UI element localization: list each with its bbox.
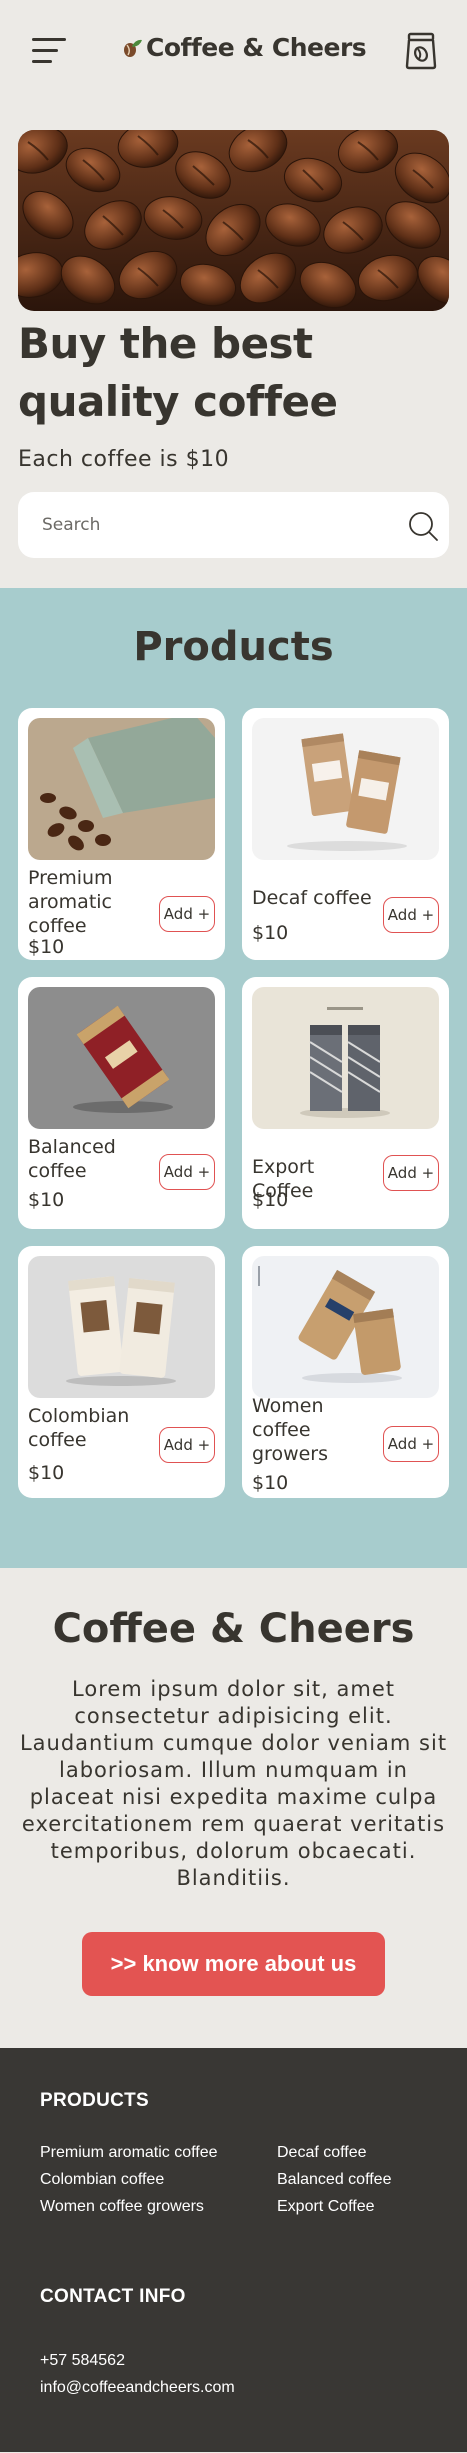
product-image (28, 718, 215, 860)
coffee-bean-logo-icon (124, 39, 142, 57)
know-more-button[interactable]: >> know more about us (82, 1932, 385, 1996)
product-card[interactable]: Export Coffee $10 Add + (242, 977, 449, 1229)
product-price: $10 (28, 936, 65, 958)
add-to-cart-button[interactable]: Add + (159, 1427, 215, 1463)
product-price: $10 (28, 1189, 65, 1211)
about-section: Coffee & Cheers Lorem ipsum dolor sit, a… (0, 1568, 467, 2048)
brand-logo[interactable]: Coffee & Cheers (122, 33, 367, 62)
footer-product-links: Premium aromatic coffee Decaf coffee Col… (40, 2144, 427, 2216)
product-image (252, 987, 439, 1129)
product-image (252, 1256, 439, 1398)
product-name: Balanced coffee (28, 1136, 116, 1182)
footer-link[interactable]: Export Coffee (277, 2198, 457, 2216)
product-grid: Premium aromatic coffee $10 Add + Decaf … (18, 708, 449, 1498)
about-text: Lorem ipsum dolor sit, amet consectetur … (19, 1677, 448, 1890)
search-icon[interactable] (407, 510, 439, 542)
product-image (252, 718, 439, 860)
add-to-cart-button[interactable]: Add + (383, 1155, 439, 1191)
add-to-cart-button[interactable]: Add + (383, 897, 439, 933)
coffee-bag-icon[interactable] (405, 30, 437, 70)
product-name: Premium aromatic coffee (28, 867, 113, 937)
search-bar (18, 492, 449, 558)
hero-subtitle: Each coffee is $10 (18, 447, 230, 472)
footer-link[interactable]: Colombian coffee (40, 2171, 277, 2189)
footer-link[interactable]: Balanced coffee (277, 2171, 457, 2189)
footer-contact-heading: CONTACT INFO (40, 2286, 186, 2307)
search-input[interactable] (42, 512, 372, 538)
product-name: Colombian coffee (28, 1405, 130, 1451)
product-name: Women coffee growers (252, 1395, 329, 1465)
products-title: Products (133, 624, 334, 670)
hero-coffee-beans-image (18, 130, 449, 311)
brand-title: Coffee & Cheers (146, 33, 367, 62)
product-card[interactable]: Decaf coffee $10 Add + (242, 708, 449, 960)
products-section: Products Premium aromatic coffee $10 Add… (0, 588, 467, 1568)
product-card[interactable]: Premium aromatic coffee $10 Add + (18, 708, 225, 960)
product-price: $10 (252, 922, 289, 944)
product-price: $10 (252, 1472, 289, 1494)
footer-link[interactable]: Premium aromatic coffee (40, 2144, 277, 2162)
product-card[interactable]: Women coffee growers $10 Add + (242, 1246, 449, 1498)
product-name: Decaf coffee (252, 887, 372, 909)
product-card[interactable]: Colombian coffee $10 Add + (18, 1246, 225, 1498)
hero-section: Buy the best quality coffee Each coffee … (0, 100, 467, 558)
about-title: Coffee & Cheers (52, 1606, 415, 1652)
contact-phone[interactable]: +57 584562 (40, 2352, 427, 2370)
hero-title: Buy the best quality coffee (18, 319, 338, 426)
product-card[interactable]: Balanced coffee $10 Add + (18, 977, 225, 1229)
product-price: $10 (252, 1189, 289, 1211)
footer-products-heading: PRODUCTS (40, 2090, 150, 2111)
add-to-cart-button[interactable]: Add + (159, 896, 215, 932)
site-footer: PRODUCTS Premium aromatic coffee Decaf c… (0, 2048, 467, 2452)
menu-icon[interactable] (32, 38, 68, 64)
product-image (28, 987, 215, 1129)
footer-link[interactable]: Decaf coffee (277, 2144, 457, 2162)
product-price: $10 (28, 1462, 65, 1484)
contact-email[interactable]: info@coffeeandcheers.com (40, 2379, 427, 2397)
add-to-cart-button[interactable]: Add + (383, 1426, 439, 1462)
product-image (28, 1256, 215, 1398)
add-to-cart-button[interactable]: Add + (159, 1154, 215, 1190)
site-header: Coffee & Cheers (0, 0, 467, 100)
footer-link[interactable]: Women coffee growers (40, 2198, 277, 2216)
